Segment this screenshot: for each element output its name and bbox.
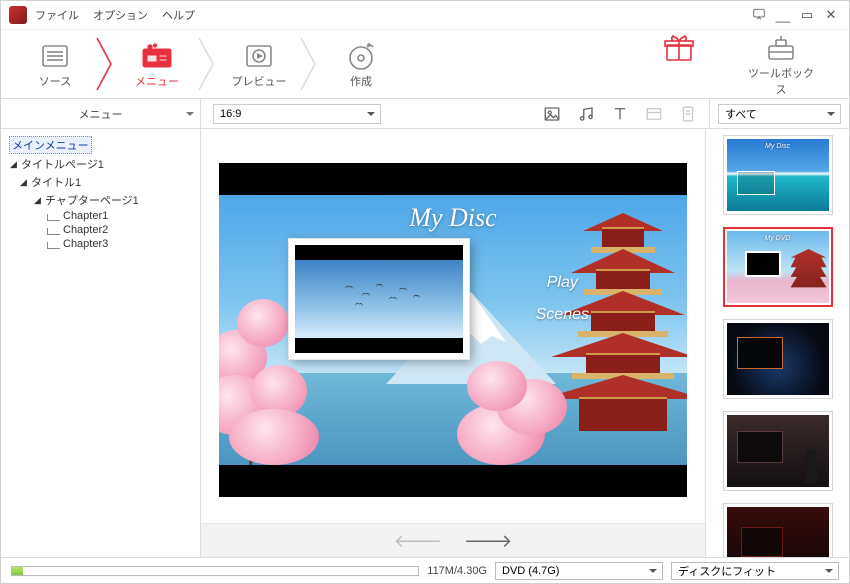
text-tool-icon[interactable] bbox=[611, 105, 629, 123]
sub-toolbar: メニュー bbox=[1, 99, 849, 129]
music-tool-icon[interactable] bbox=[577, 105, 595, 123]
disc-title-text[interactable]: My Disc bbox=[409, 203, 496, 233]
step-preview[interactable]: プレビュー bbox=[219, 39, 299, 89]
app-logo-icon bbox=[9, 6, 27, 24]
disc-menu-links[interactable]: Play Scenes bbox=[536, 275, 589, 339]
tree-chapter[interactable]: Chapter2 bbox=[5, 223, 196, 237]
next-page-button[interactable]: 🡒 bbox=[464, 531, 512, 552]
giftbox-button[interactable] bbox=[643, 31, 715, 97]
step-create[interactable]: 作成 bbox=[321, 39, 401, 89]
aspect-ratio-select[interactable] bbox=[213, 104, 381, 124]
disc-usage-bar bbox=[11, 566, 419, 576]
menu-thumbnail[interactable] bbox=[289, 239, 469, 359]
menu-file[interactable]: ファイル bbox=[35, 7, 79, 23]
status-bar: 117M/4.30G bbox=[1, 557, 849, 583]
template-list[interactable]: My Disc My DVD bbox=[705, 129, 849, 559]
page-tool-icon bbox=[679, 105, 697, 123]
chapter-tool-icon bbox=[645, 105, 663, 123]
disc-type-select[interactable] bbox=[495, 562, 663, 580]
disc-usage-text: 117M/4.30G bbox=[427, 565, 487, 577]
template-item[interactable] bbox=[723, 503, 833, 559]
menu-type-label: メニュー bbox=[79, 106, 123, 122]
step-source[interactable]: ソース bbox=[15, 39, 95, 89]
close-button[interactable]: ✕ bbox=[821, 7, 841, 23]
step-menu[interactable]: メニュー bbox=[117, 39, 197, 89]
disc-scenes-link[interactable]: Scenes bbox=[536, 307, 589, 323]
menu-type-dropdown[interactable]: メニュー bbox=[1, 99, 201, 128]
template-item[interactable]: My DVD bbox=[723, 227, 833, 307]
menu-editor: My Disc Play Scenes bbox=[201, 129, 705, 559]
menu-option[interactable]: オプション bbox=[93, 7, 148, 23]
menu-help[interactable]: ヘルプ bbox=[162, 7, 195, 23]
tree-chapter[interactable]: Chapter3 bbox=[5, 237, 196, 251]
tree-chapter[interactable]: Chapter1 bbox=[5, 209, 196, 223]
menu-tree[interactable]: メインメニュー ◢タイトルページ1 ◢タイトル1 ◢チャプターページ1 Chap… bbox=[1, 129, 201, 559]
tree-chapter-page[interactable]: ◢チャプターページ1 bbox=[5, 191, 196, 209]
step-nav: ソース メニュー プレビュー 作成 ツールボックス bbox=[1, 29, 849, 99]
toolbox-button[interactable]: ツールボックス bbox=[745, 31, 817, 97]
image-tool-icon[interactable] bbox=[543, 105, 561, 123]
template-item[interactable] bbox=[723, 319, 833, 399]
template-item[interactable]: My Disc bbox=[723, 135, 833, 215]
menu-canvas[interactable]: My Disc Play Scenes bbox=[219, 163, 687, 497]
tree-title[interactable]: ◢タイトル1 bbox=[5, 173, 196, 191]
minimize-button[interactable]: __ bbox=[773, 8, 793, 23]
template-item[interactable] bbox=[723, 411, 833, 491]
page-navigator: 🡐 🡒 bbox=[201, 523, 705, 559]
step-menu-label: メニュー bbox=[117, 73, 197, 89]
toolbox-label: ツールボックス bbox=[745, 65, 817, 97]
step-create-label: 作成 bbox=[321, 73, 401, 89]
main-area: メインメニュー ◢タイトルページ1 ◢タイトル1 ◢チャプターページ1 Chap… bbox=[1, 129, 849, 559]
titlebar: ファイル オプション ヘルプ __ ▭ ✕ bbox=[1, 1, 849, 29]
feedback-icon[interactable] bbox=[749, 7, 769, 24]
disc-play-link[interactable]: Play bbox=[536, 275, 589, 291]
template-filter-select[interactable] bbox=[718, 104, 841, 124]
prev-page-button[interactable]: 🡐 bbox=[394, 531, 442, 552]
tree-title-page[interactable]: ◢タイトルページ1 bbox=[5, 155, 196, 173]
step-source-label: ソース bbox=[15, 73, 95, 89]
tree-main-menu[interactable]: メインメニュー bbox=[5, 135, 196, 155]
step-preview-label: プレビュー bbox=[219, 73, 299, 89]
fit-select[interactable] bbox=[671, 562, 839, 580]
maximize-button[interactable]: ▭ bbox=[797, 7, 817, 23]
